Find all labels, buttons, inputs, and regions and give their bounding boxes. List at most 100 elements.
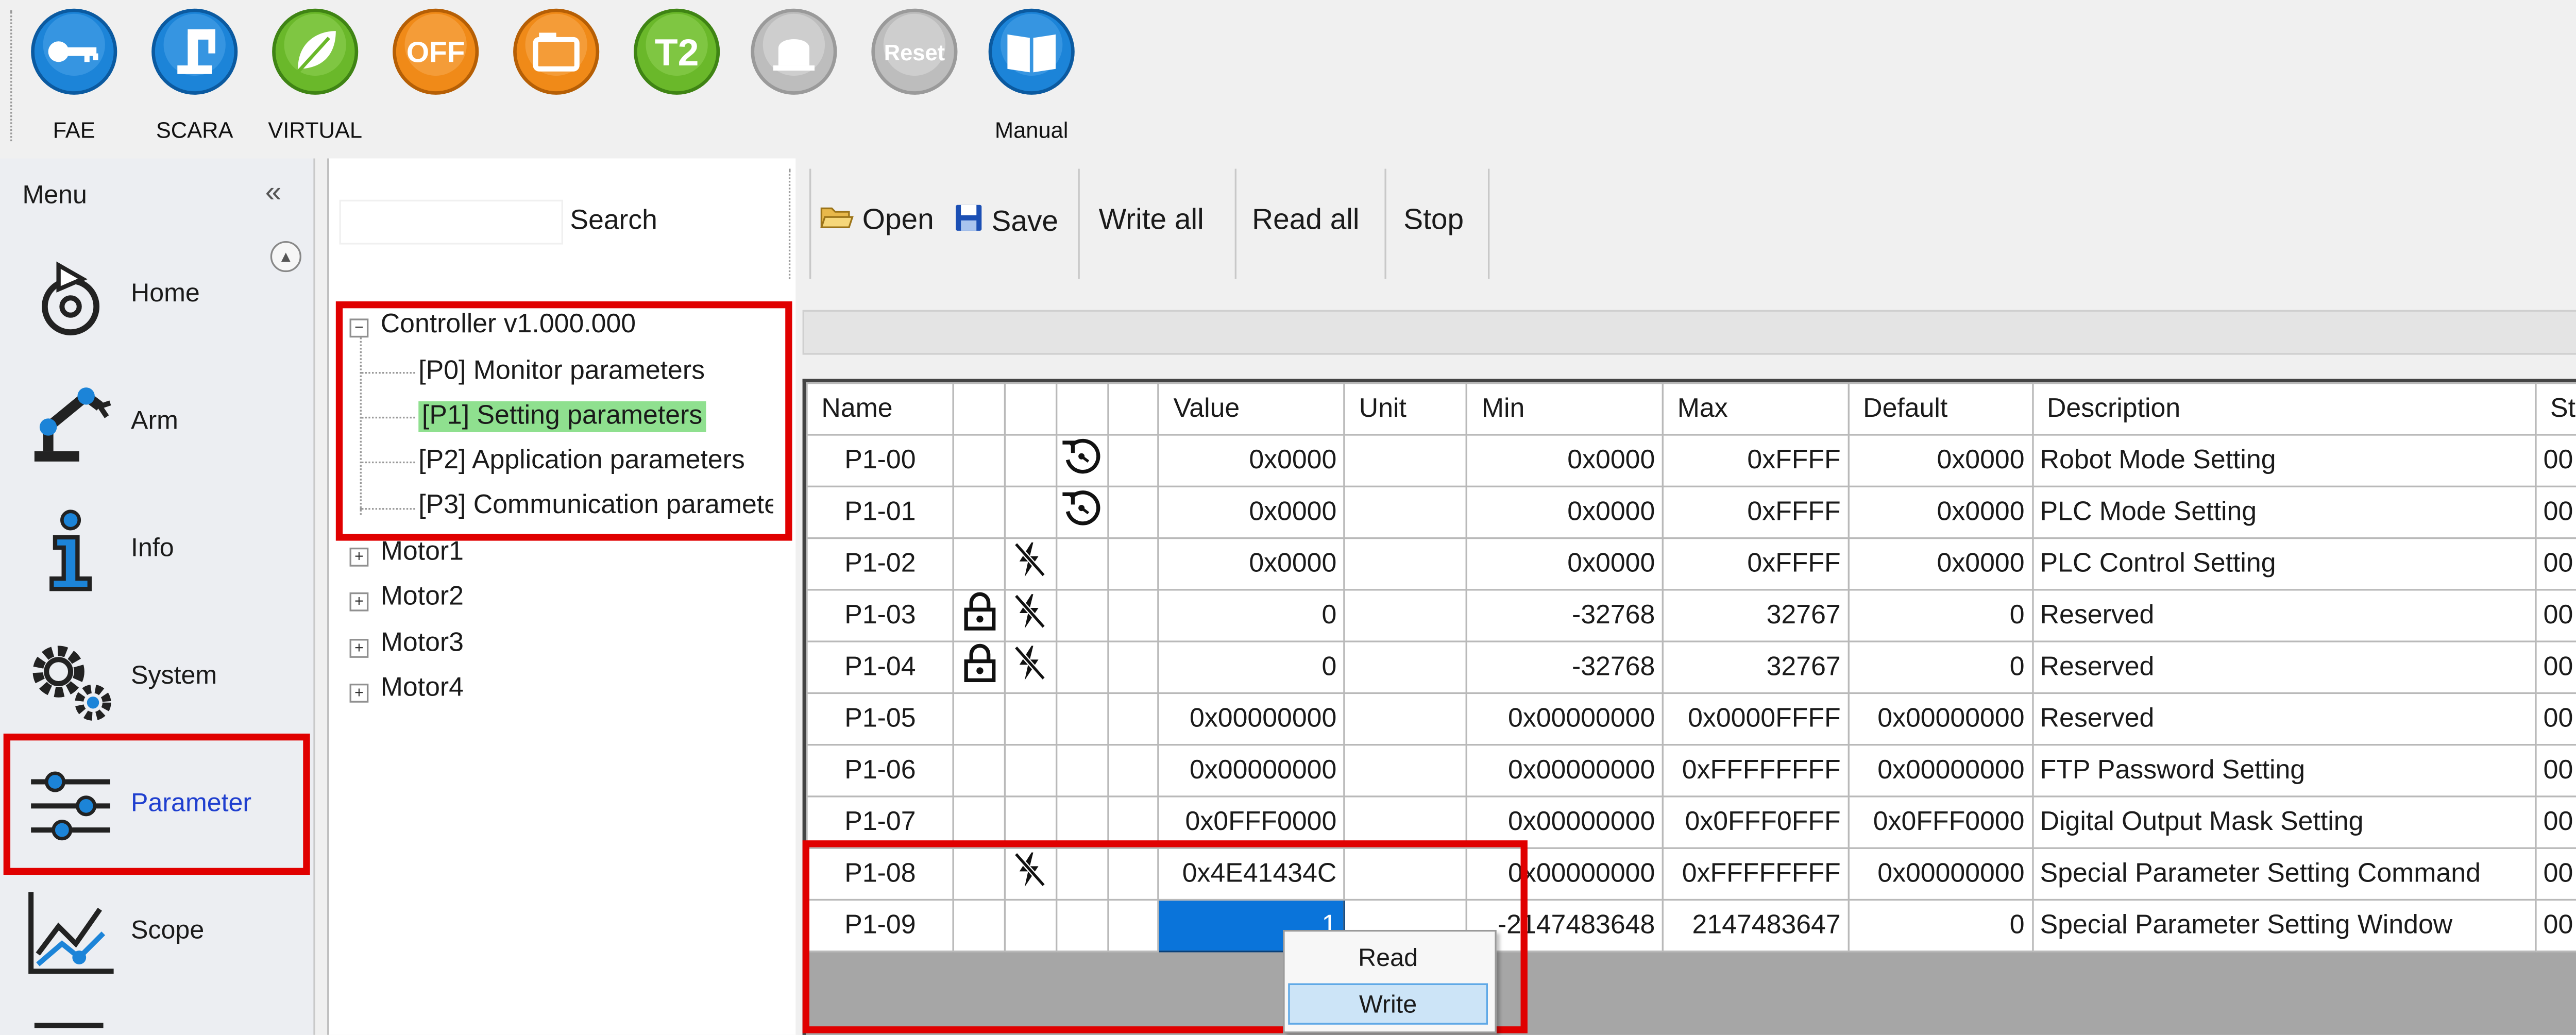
- next-menu-item-partial[interactable]: [34, 1023, 104, 1028]
- no-power-icon: [1012, 852, 1050, 897]
- menu-item-scope[interactable]: Scope: [0, 871, 313, 992]
- expand-motor2-toggle[interactable]: +: [349, 592, 369, 612]
- cell-value[interactable]: 0x00000000: [1158, 744, 1346, 798]
- no-power-icon: [1012, 542, 1050, 587]
- reset-button[interactable]: Reset: [858, 7, 972, 148]
- open-folder-icon: [820, 207, 854, 228]
- table-row[interactable]: P1-00 0x0000 0x0000 0xFFFF 0x0000 Robot Mode …: [806, 434, 2576, 487]
- column-header-description[interactable]: Description: [2031, 382, 2537, 436]
- column-header-station[interactable]: Station: [2534, 382, 2576, 436]
- column-header-flag4[interactable]: [1107, 382, 1160, 436]
- cell-value[interactable]: 0x00000000: [1158, 692, 1346, 746]
- table-row[interactable]: P1-08 0x4E41434C 0x00000000 0xFFFFFFFF 0x000…: [806, 847, 2576, 901]
- cell-description: Special Parameter Setting Command: [2031, 847, 2537, 901]
- column-header-unit[interactable]: Unit: [1343, 382, 1468, 436]
- cell-flag: [1107, 692, 1160, 746]
- reboot-icon: [1060, 438, 1105, 484]
- tree-node-p0[interactable]: [P0] Monitor parameters: [418, 357, 705, 387]
- tree-node-p3[interactable]: [P3] Communication parameters: [418, 491, 773, 522]
- context-write-item[interactable]: Write: [1288, 983, 1488, 1025]
- t2-button[interactable]: T2: [620, 7, 734, 148]
- progress-bar: [802, 310, 2576, 355]
- separator: [1078, 168, 1080, 279]
- column-header-flag3[interactable]: [1055, 382, 1109, 436]
- cell-reboot-flag: [1055, 589, 1109, 642]
- tree-node-p1-selected[interactable]: [P1] Setting parameters: [418, 401, 706, 432]
- folder-button[interactable]: [499, 7, 613, 148]
- cell-value[interactable]: 0: [1158, 640, 1346, 694]
- off-icon: OFF: [393, 8, 479, 95]
- gear-icon: [32, 646, 111, 721]
- menu-item-system[interactable]: System: [0, 617, 313, 737]
- save-button[interactable]: Save: [954, 203, 1058, 239]
- cell-value[interactable]: 0: [1158, 589, 1346, 642]
- column-header-flag1[interactable]: [953, 382, 1006, 436]
- column-header-default[interactable]: Default: [1848, 382, 2033, 436]
- manual-button[interactable]: Manual: [975, 7, 1089, 148]
- table-row[interactable]: P1-06 0x00000000 0x00000000 0xFFFFFFFF 0x000…: [806, 744, 2576, 798]
- column-header-value[interactable]: Value: [1158, 382, 1346, 436]
- tree-node-p2[interactable]: [P2] Application parameters: [418, 446, 773, 477]
- column-header-max[interactable]: Max: [1662, 382, 1850, 436]
- read-all-button[interactable]: Read all: [1252, 203, 1359, 237]
- cell-value[interactable]: 0x0000: [1158, 537, 1346, 591]
- collapse-menu-button[interactable]: «: [265, 176, 282, 210]
- tree-node-motor2[interactable]: Motor2: [381, 582, 464, 613]
- action-bar-grip[interactable]: [788, 168, 795, 279]
- search-input[interactable]: [339, 199, 564, 245]
- table-row[interactable]: P1-07 0x0FFF0000 0x00000000 0x0FFF0FFF 0x0FF…: [806, 795, 2576, 849]
- off-button[interactable]: OFF: [379, 7, 493, 148]
- table-row[interactable]: P1-03 0 -32768 32767 0 Reserved 00: [806, 589, 2576, 642]
- column-header-flag2[interactable]: [1004, 382, 1057, 436]
- column-header-min[interactable]: Min: [1466, 382, 1664, 436]
- cell-lock-flag: [953, 485, 1006, 539]
- cell-min: 0x00000000: [1466, 692, 1664, 746]
- column-header-name[interactable]: Name: [806, 382, 955, 436]
- search-button[interactable]: Search: [570, 207, 657, 237]
- cell-description: Digital Output Mask Setting: [2031, 795, 2537, 849]
- tree-node-motor4[interactable]: Motor4: [381, 673, 464, 704]
- open-button[interactable]: Open: [820, 203, 934, 237]
- toolbar-grip[interactable]: [10, 10, 17, 142]
- cell-value[interactable]: 0x0000: [1158, 485, 1346, 539]
- cell-flag: [1107, 744, 1160, 798]
- expand-motor3-toggle[interactable]: +: [349, 639, 369, 658]
- virtual-button[interactable]: VIRTUAL: [258, 7, 372, 148]
- lock-icon: [960, 643, 998, 691]
- cell-min: 0x0000: [1466, 485, 1664, 539]
- table-row[interactable]: P1-01 0x0000 0x0000 0xFFFF 0x0000 PLC Mode Se…: [806, 485, 2576, 539]
- context-read-item[interactable]: Read: [1288, 939, 1488, 980]
- cell-unit: [1343, 692, 1468, 746]
- expand-motor1-toggle[interactable]: +: [349, 547, 369, 567]
- folder-icon: [513, 8, 600, 95]
- menu-label-system: System: [131, 661, 217, 691]
- table-row[interactable]: P1-04 0 -32768 32767 0 Reserved 00: [806, 640, 2576, 694]
- fae-button[interactable]: FAE: [17, 7, 131, 148]
- table-row[interactable]: P1-09 1 -2147483648 2147483647 0 Special Para…: [806, 898, 2576, 953]
- cell-name: P1-07: [806, 795, 955, 849]
- cell-value[interactable]: 0x0FFF0000: [1158, 795, 1346, 849]
- expand-motor4-toggle[interactable]: +: [349, 684, 369, 703]
- tree-node-motor3[interactable]: Motor3: [381, 629, 464, 659]
- tree-node-controller[interactable]: Controller v1.000.000: [381, 310, 636, 341]
- stop-button[interactable]: Stop: [1403, 203, 1464, 237]
- cell-flag: [1107, 898, 1160, 953]
- cell-min: 0x0000: [1466, 434, 1664, 487]
- menu-item-parameter[interactable]: Parameter: [0, 744, 313, 864]
- write-all-button[interactable]: Write all: [1099, 203, 1204, 237]
- menu-item-info[interactable]: Info: [0, 489, 313, 609]
- tree-node-motor1[interactable]: Motor1: [381, 537, 464, 568]
- no-power-icon: [1012, 594, 1050, 639]
- table-row[interactable]: P1-02 0x0000 0x0000 0xFFFF 0x0000 PLC Control…: [806, 537, 2576, 591]
- table-row[interactable]: P1-05 0x00000000 0x00000000 0x0000FFFF 0x000…: [806, 692, 2576, 746]
- parameter-tree-panel: Search − Controller v1.000.000 [P0] Moni…: [327, 158, 798, 1035]
- cell-value[interactable]: 0x0000: [1158, 434, 1346, 487]
- scara-button[interactable]: SCARA: [138, 7, 251, 148]
- collapse-controller-toggle[interactable]: −: [349, 318, 369, 338]
- menu-item-home[interactable]: Home: [0, 234, 313, 355]
- cell-reboot-flag: [1055, 640, 1109, 694]
- cell-min: 0x00000000: [1466, 847, 1664, 901]
- alarm-button[interactable]: [737, 7, 851, 148]
- cell-value[interactable]: 0x4E41434C: [1158, 847, 1346, 901]
- menu-item-arm[interactable]: Arm: [0, 362, 313, 482]
